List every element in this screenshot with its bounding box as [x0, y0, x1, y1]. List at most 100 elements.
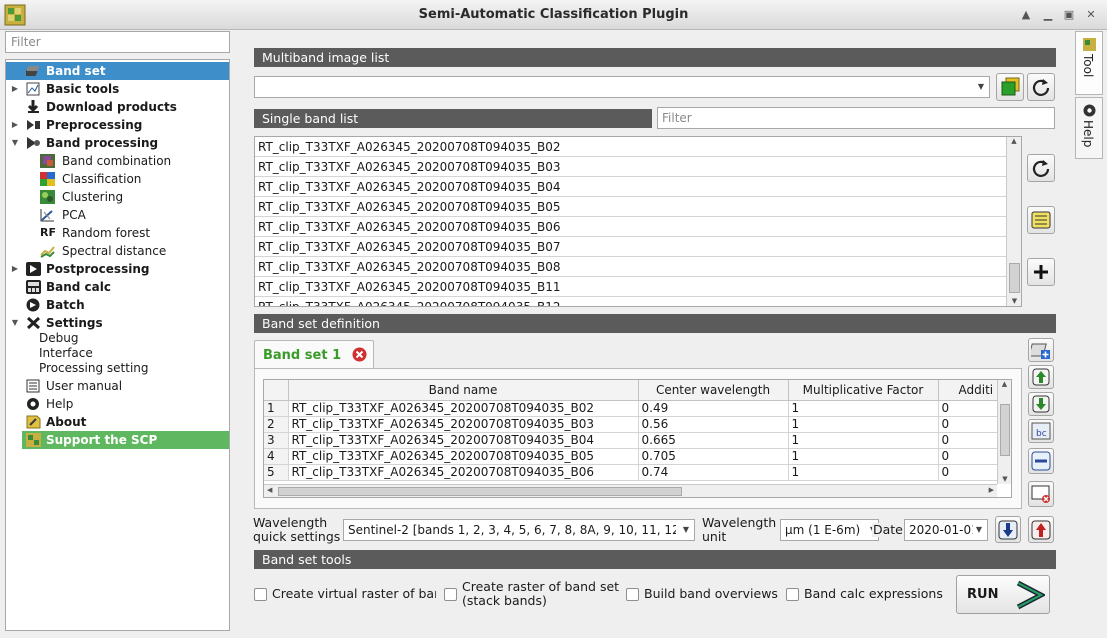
- sidebar-item-postprocessing[interactable]: ▶ Postprocessing: [6, 260, 229, 278]
- select-all-button[interactable]: [1027, 206, 1055, 234]
- scroll-right-icon[interactable]: ▶: [989, 486, 994, 494]
- build-overviews-checkbox[interactable]: [626, 588, 639, 601]
- band-calc-expressions-label: Band calc expressions: [804, 587, 943, 601]
- create-stack-raster-label: Create raster of band set (stack bands): [462, 580, 619, 608]
- sidebar-item-settings[interactable]: ▼ Settings: [6, 314, 229, 332]
- sidebar-item-band-processing[interactable]: ▼ Band processing: [6, 134, 229, 152]
- sidebar-item-support-the-scp[interactable]: Support the SCP: [22, 431, 229, 449]
- table-row[interactable]: 2 RT_clip_T33TXF_A026345_20200708T094035…: [264, 416, 997, 432]
- sidebar-item-pca[interactable]: PCA: [6, 206, 229, 224]
- chevron-right-icon[interactable]: ▶: [10, 116, 20, 134]
- maximize-icon[interactable]: ▣: [1061, 7, 1077, 23]
- tab-tool[interactable]: Tool: [1075, 31, 1103, 95]
- list-item[interactable]: RT_clip_T33TXF_A026345_20200708T094035_B…: [255, 177, 1021, 197]
- sidebar-item-processing-setting[interactable]: Processing setting: [6, 361, 229, 376]
- scroll-down-icon[interactable]: ▼: [998, 475, 1012, 483]
- refresh-multiband-button[interactable]: [1027, 73, 1055, 101]
- single-band-filter-input[interactable]: Filter: [657, 107, 1055, 129]
- add-band-set-button[interactable]: [1028, 338, 1054, 362]
- list-item[interactable]: RT_clip_T33TXF_A026345_20200708T094035_B…: [255, 297, 1021, 307]
- close-icon[interactable]: ✕: [1083, 7, 1099, 23]
- chevron-up-icon[interactable]: ▲: [1018, 7, 1034, 23]
- column-header-band-name[interactable]: Band name: [288, 380, 638, 400]
- column-header-multiplicative-factor[interactable]: Multiplicative Factor: [788, 380, 938, 400]
- chevron-right-icon[interactable]: ▶: [10, 260, 20, 278]
- single-band-scrollbar[interactable]: ▲ ▼: [1006, 137, 1021, 306]
- sidebar-item-band-calc[interactable]: Band calc: [6, 278, 229, 296]
- sidebar-filter-input[interactable]: Filter: [5, 31, 230, 53]
- random-forest-icon: RF: [40, 226, 55, 240]
- wavelength-quick-settings-combo[interactable]: Sentinel-2 [bands 1, 2, 3, 4, 5, 6, 7, 8…: [343, 519, 695, 541]
- sidebar-item-preprocessing[interactable]: ▶ Preprocessing: [6, 116, 229, 134]
- move-down-button[interactable]: [1028, 392, 1054, 416]
- chevron-down-icon: ▼: [976, 520, 982, 540]
- sidebar-item-help[interactable]: Help: [6, 395, 229, 413]
- scroll-left-icon[interactable]: ◀: [267, 486, 272, 494]
- add-band-set-icon: [1031, 341, 1051, 359]
- table-row[interactable]: 5 RT_clip_T33TXF_A026345_20200708T094035…: [264, 464, 997, 480]
- sidebar-item-band-combination[interactable]: Band combination: [6, 152, 229, 170]
- scrollbar-thumb[interactable]: [278, 487, 682, 496]
- sidebar-item-basic-tools[interactable]: ▶ Basic tools: [6, 80, 229, 98]
- table-vertical-scrollbar[interactable]: ▲ ▼: [997, 380, 1011, 484]
- list-item[interactable]: RT_clip_T33TXF_A026345_20200708T094035_B…: [255, 277, 1021, 297]
- create-virtual-raster-checkbox[interactable]: [254, 588, 267, 601]
- help-gear-icon: [1083, 104, 1096, 117]
- sidebar-item-download-products[interactable]: Download products: [6, 98, 229, 116]
- sort-by-name-button[interactable]: bc: [1028, 419, 1054, 443]
- sidebar-item-user-manual[interactable]: User manual: [6, 377, 229, 395]
- tab-band-set-1[interactable]: Band set 1: [254, 340, 374, 369]
- arrow-up-icon: [1032, 368, 1050, 386]
- clear-band-set-button[interactable]: [1028, 481, 1054, 507]
- add-multiband-button[interactable]: [996, 73, 1024, 101]
- scrollbar-thumb[interactable]: [1000, 404, 1010, 456]
- sidebar-item-classification[interactable]: Classification: [6, 170, 229, 188]
- tab-help[interactable]: Help: [1075, 97, 1103, 159]
- table-horizontal-scrollbar[interactable]: ◀ ▶: [264, 484, 997, 498]
- sidebar-item-random-forest[interactable]: RF Random forest: [6, 224, 229, 242]
- scroll-down-icon[interactable]: ▼: [1007, 297, 1022, 305]
- multiband-image-combo[interactable]: ▼: [254, 76, 990, 98]
- band-calc-expressions-checkbox[interactable]: [786, 588, 799, 601]
- list-item[interactable]: RT_clip_T33TXF_A026345_20200708T094035_B…: [255, 217, 1021, 237]
- list-item[interactable]: RT_clip_T33TXF_A026345_20200708T094035_B…: [255, 157, 1021, 177]
- column-header-center-wavelength[interactable]: Center wavelength: [638, 380, 788, 400]
- refresh-single-band-button[interactable]: [1027, 154, 1055, 182]
- sidebar-item-spectral-distance[interactable]: Spectral distance: [6, 242, 229, 260]
- sidebar-item-debug[interactable]: Debug: [6, 331, 229, 346]
- list-item[interactable]: RT_clip_T33TXF_A026345_20200708T094035_B…: [255, 197, 1021, 217]
- clear-icon: [1031, 484, 1051, 504]
- scrollbar-thumb[interactable]: [1009, 263, 1020, 293]
- sidebar-item-band-set[interactable]: Band set: [6, 62, 229, 80]
- list-item[interactable]: RT_clip_T33TXF_A026345_20200708T094035_B…: [255, 257, 1021, 277]
- export-band-set-button[interactable]: [1028, 516, 1054, 543]
- table-row[interactable]: 3 RT_clip_T33TXF_A026345_20200708T094035…: [264, 432, 997, 448]
- table-row[interactable]: 4 RT_clip_T33TXF_A026345_20200708T094035…: [264, 448, 997, 464]
- scroll-up-icon[interactable]: ▲: [1007, 137, 1021, 145]
- move-up-button[interactable]: [1028, 365, 1054, 389]
- add-band-button[interactable]: [1027, 258, 1055, 286]
- band-set-table: Band name Center wavelength Multiplicati…: [263, 379, 1012, 498]
- close-tab-icon[interactable]: [352, 347, 367, 362]
- arrow-down-icon: [1032, 395, 1050, 413]
- sidebar-item-clustering[interactable]: Clustering: [6, 188, 229, 206]
- sidebar-item-interface[interactable]: Interface: [6, 346, 229, 361]
- remove-band-button[interactable]: [1028, 448, 1054, 474]
- run-button[interactable]: RUN: [956, 575, 1050, 614]
- chevron-down-icon[interactable]: ▼: [10, 134, 20, 152]
- sidebar-item-about[interactable]: About: [6, 413, 229, 431]
- chevron-down-icon[interactable]: ▼: [10, 314, 20, 332]
- list-item[interactable]: RT_clip_T33TXF_A026345_20200708T094035_B…: [255, 237, 1021, 257]
- date-edit[interactable]: 2020-01-01 ▼: [904, 519, 988, 541]
- create-stack-raster-checkbox[interactable]: [444, 588, 457, 601]
- import-band-set-button[interactable]: [995, 516, 1021, 543]
- wavelength-unit-combo[interactable]: µm (1 E-6m) ▼: [780, 519, 879, 541]
- table-row[interactable]: 1 RT_clip_T33TXF_A026345_20200708T094035…: [264, 400, 997, 416]
- sidebar-item-batch[interactable]: Batch: [6, 296, 229, 314]
- list-item[interactable]: RT_clip_T33TXF_A026345_20200708T094035_B…: [255, 137, 1021, 157]
- about-icon: [26, 415, 41, 429]
- scroll-up-icon[interactable]: ▲: [998, 380, 1011, 388]
- minimize-icon[interactable]: ▁: [1040, 7, 1056, 23]
- chevron-right-icon[interactable]: ▶: [10, 80, 20, 98]
- column-header-additive-factor[interactable]: Additi: [938, 380, 997, 400]
